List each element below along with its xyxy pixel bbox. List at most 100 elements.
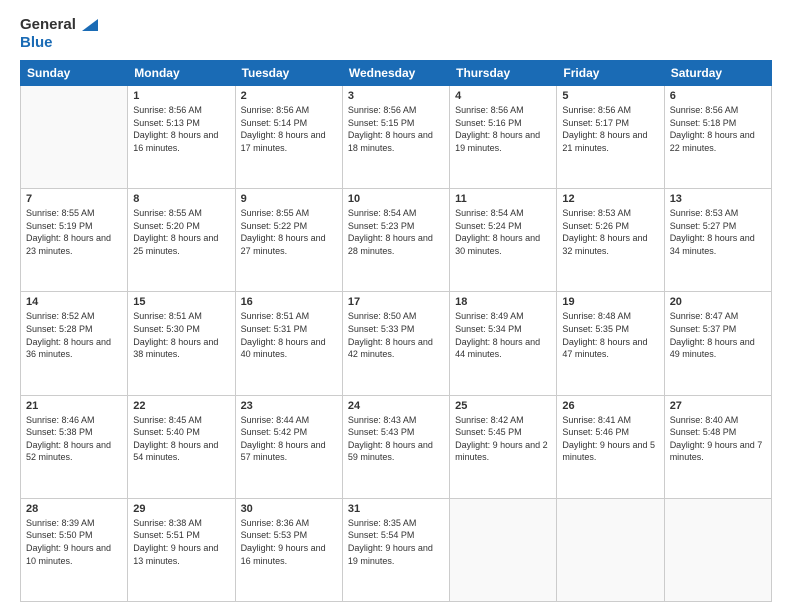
calendar-table: SundayMondayTuesdayWednesdayThursdayFrid… — [20, 60, 772, 602]
day-info: Sunrise: 8:56 AM Sunset: 5:17 PM Dayligh… — [562, 104, 658, 154]
day-cell: 11 Sunrise: 8:54 AM Sunset: 5:24 PM Dayl… — [450, 189, 557, 292]
day-info: Sunrise: 8:55 AM Sunset: 5:22 PM Dayligh… — [241, 207, 337, 257]
day-number: 17 — [348, 296, 444, 308]
day-info: Sunrise: 8:55 AM Sunset: 5:19 PM Dayligh… — [26, 207, 122, 257]
day-cell — [450, 498, 557, 601]
day-info: Sunrise: 8:43 AM Sunset: 5:43 PM Dayligh… — [348, 414, 444, 464]
day-number: 12 — [562, 193, 658, 205]
day-number: 6 — [670, 90, 766, 102]
day-cell — [557, 498, 664, 601]
day-info: Sunrise: 8:42 AM Sunset: 5:45 PM Dayligh… — [455, 414, 551, 464]
day-number: 16 — [241, 296, 337, 308]
day-info: Sunrise: 8:51 AM Sunset: 5:30 PM Dayligh… — [133, 310, 229, 360]
day-cell: 16 Sunrise: 8:51 AM Sunset: 5:31 PM Dayl… — [235, 292, 342, 395]
day-number: 24 — [348, 400, 444, 412]
week-row-2: 7 Sunrise: 8:55 AM Sunset: 5:19 PM Dayli… — [21, 189, 772, 292]
day-cell: 26 Sunrise: 8:41 AM Sunset: 5:46 PM Dayl… — [557, 395, 664, 498]
day-info: Sunrise: 8:50 AM Sunset: 5:33 PM Dayligh… — [348, 310, 444, 360]
day-info: Sunrise: 8:56 AM Sunset: 5:14 PM Dayligh… — [241, 104, 337, 154]
day-number: 9 — [241, 193, 337, 205]
header: General Blue — [20, 16, 772, 52]
header-row: SundayMondayTuesdayWednesdayThursdayFrid… — [21, 61, 772, 86]
day-number: 1 — [133, 90, 229, 102]
day-info: Sunrise: 8:47 AM Sunset: 5:37 PM Dayligh… — [670, 310, 766, 360]
week-row-5: 28 Sunrise: 8:39 AM Sunset: 5:50 PM Dayl… — [21, 498, 772, 601]
day-info: Sunrise: 8:56 AM Sunset: 5:15 PM Dayligh… — [348, 104, 444, 154]
column-header-saturday: Saturday — [664, 61, 771, 86]
day-number: 30 — [241, 503, 337, 515]
day-info: Sunrise: 8:35 AM Sunset: 5:54 PM Dayligh… — [348, 517, 444, 567]
column-header-thursday: Thursday — [450, 61, 557, 86]
logo: General Blue — [20, 16, 98, 52]
day-number: 31 — [348, 503, 444, 515]
column-header-friday: Friday — [557, 61, 664, 86]
week-row-3: 14 Sunrise: 8:52 AM Sunset: 5:28 PM Dayl… — [21, 292, 772, 395]
day-info: Sunrise: 8:56 AM Sunset: 5:16 PM Dayligh… — [455, 104, 551, 154]
day-number: 10 — [348, 193, 444, 205]
day-cell: 3 Sunrise: 8:56 AM Sunset: 5:15 PM Dayli… — [342, 86, 449, 189]
column-header-sunday: Sunday — [21, 61, 128, 86]
day-info: Sunrise: 8:54 AM Sunset: 5:24 PM Dayligh… — [455, 207, 551, 257]
day-info: Sunrise: 8:54 AM Sunset: 5:23 PM Dayligh… — [348, 207, 444, 257]
day-info: Sunrise: 8:52 AM Sunset: 5:28 PM Dayligh… — [26, 310, 122, 360]
column-header-monday: Monday — [128, 61, 235, 86]
day-number: 21 — [26, 400, 122, 412]
day-cell: 15 Sunrise: 8:51 AM Sunset: 5:30 PM Dayl… — [128, 292, 235, 395]
day-cell — [664, 498, 771, 601]
day-number: 28 — [26, 503, 122, 515]
day-number: 18 — [455, 296, 551, 308]
day-number: 11 — [455, 193, 551, 205]
day-info: Sunrise: 8:56 AM Sunset: 5:18 PM Dayligh… — [670, 104, 766, 154]
day-info: Sunrise: 8:40 AM Sunset: 5:48 PM Dayligh… — [670, 414, 766, 464]
day-cell: 1 Sunrise: 8:56 AM Sunset: 5:13 PM Dayli… — [128, 86, 235, 189]
day-number: 29 — [133, 503, 229, 515]
day-cell: 19 Sunrise: 8:48 AM Sunset: 5:35 PM Dayl… — [557, 292, 664, 395]
day-cell: 20 Sunrise: 8:47 AM Sunset: 5:37 PM Dayl… — [664, 292, 771, 395]
day-info: Sunrise: 8:44 AM Sunset: 5:42 PM Dayligh… — [241, 414, 337, 464]
day-info: Sunrise: 8:36 AM Sunset: 5:53 PM Dayligh… — [241, 517, 337, 567]
day-cell: 17 Sunrise: 8:50 AM Sunset: 5:33 PM Dayl… — [342, 292, 449, 395]
day-cell: 27 Sunrise: 8:40 AM Sunset: 5:48 PM Dayl… — [664, 395, 771, 498]
day-cell: 28 Sunrise: 8:39 AM Sunset: 5:50 PM Dayl… — [21, 498, 128, 601]
column-header-tuesday: Tuesday — [235, 61, 342, 86]
day-cell: 25 Sunrise: 8:42 AM Sunset: 5:45 PM Dayl… — [450, 395, 557, 498]
day-cell: 9 Sunrise: 8:55 AM Sunset: 5:22 PM Dayli… — [235, 189, 342, 292]
page: General Blue SundayMondayTuesdayWednesda… — [0, 0, 792, 612]
day-number: 3 — [348, 90, 444, 102]
day-cell: 6 Sunrise: 8:56 AM Sunset: 5:18 PM Dayli… — [664, 86, 771, 189]
day-cell: 2 Sunrise: 8:56 AM Sunset: 5:14 PM Dayli… — [235, 86, 342, 189]
day-info: Sunrise: 8:53 AM Sunset: 5:26 PM Dayligh… — [562, 207, 658, 257]
day-number: 25 — [455, 400, 551, 412]
day-info: Sunrise: 8:45 AM Sunset: 5:40 PM Dayligh… — [133, 414, 229, 464]
day-number: 2 — [241, 90, 337, 102]
day-number: 15 — [133, 296, 229, 308]
day-cell: 18 Sunrise: 8:49 AM Sunset: 5:34 PM Dayl… — [450, 292, 557, 395]
day-info: Sunrise: 8:46 AM Sunset: 5:38 PM Dayligh… — [26, 414, 122, 464]
week-row-4: 21 Sunrise: 8:46 AM Sunset: 5:38 PM Dayl… — [21, 395, 772, 498]
week-row-1: 1 Sunrise: 8:56 AM Sunset: 5:13 PM Dayli… — [21, 86, 772, 189]
day-info: Sunrise: 8:49 AM Sunset: 5:34 PM Dayligh… — [455, 310, 551, 360]
day-number: 26 — [562, 400, 658, 412]
day-cell: 31 Sunrise: 8:35 AM Sunset: 5:54 PM Dayl… — [342, 498, 449, 601]
day-info: Sunrise: 8:41 AM Sunset: 5:46 PM Dayligh… — [562, 414, 658, 464]
column-header-wednesday: Wednesday — [342, 61, 449, 86]
day-number: 7 — [26, 193, 122, 205]
day-cell: 29 Sunrise: 8:38 AM Sunset: 5:51 PM Dayl… — [128, 498, 235, 601]
day-number: 14 — [26, 296, 122, 308]
day-cell: 22 Sunrise: 8:45 AM Sunset: 5:40 PM Dayl… — [128, 395, 235, 498]
day-cell: 8 Sunrise: 8:55 AM Sunset: 5:20 PM Dayli… — [128, 189, 235, 292]
day-cell: 4 Sunrise: 8:56 AM Sunset: 5:16 PM Dayli… — [450, 86, 557, 189]
day-cell: 5 Sunrise: 8:56 AM Sunset: 5:17 PM Dayli… — [557, 86, 664, 189]
day-info: Sunrise: 8:38 AM Sunset: 5:51 PM Dayligh… — [133, 517, 229, 567]
day-cell: 21 Sunrise: 8:46 AM Sunset: 5:38 PM Dayl… — [21, 395, 128, 498]
day-info: Sunrise: 8:48 AM Sunset: 5:35 PM Dayligh… — [562, 310, 658, 360]
day-info: Sunrise: 8:39 AM Sunset: 5:50 PM Dayligh… — [26, 517, 122, 567]
day-cell: 10 Sunrise: 8:54 AM Sunset: 5:23 PM Dayl… — [342, 189, 449, 292]
day-number: 19 — [562, 296, 658, 308]
day-number: 4 — [455, 90, 551, 102]
day-info: Sunrise: 8:51 AM Sunset: 5:31 PM Dayligh… — [241, 310, 337, 360]
day-cell: 30 Sunrise: 8:36 AM Sunset: 5:53 PM Dayl… — [235, 498, 342, 601]
day-info: Sunrise: 8:56 AM Sunset: 5:13 PM Dayligh… — [133, 104, 229, 154]
day-number: 13 — [670, 193, 766, 205]
day-cell: 24 Sunrise: 8:43 AM Sunset: 5:43 PM Dayl… — [342, 395, 449, 498]
